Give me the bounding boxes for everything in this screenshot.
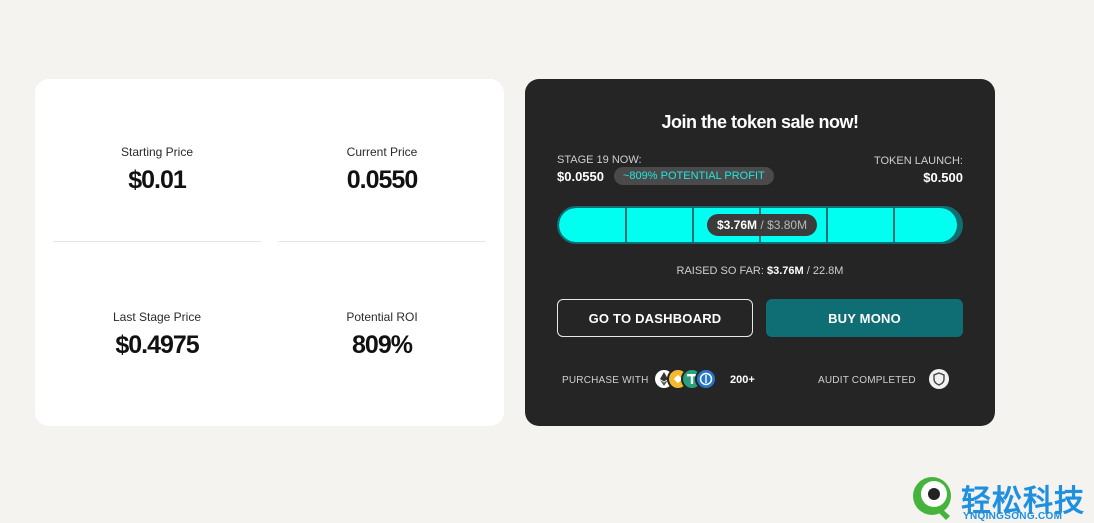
shield-icon: [929, 369, 949, 389]
progress-goal-amount: $3.80M: [767, 218, 808, 232]
raised-so-far-value: $3.76M: [767, 265, 804, 277]
watermark-subtext: YNQINGSONG.COM: [963, 511, 1063, 522]
buy-mono-button[interactable]: BUY MONO: [766, 299, 963, 337]
purchase-with-label: PURCHASE WITH: [562, 375, 649, 386]
progress-segment: [625, 208, 627, 242]
potential-roi-label: Potential ROI: [346, 310, 418, 324]
stats-divider-right: [278, 241, 486, 242]
raised-so-far-separator: /: [806, 265, 810, 277]
potential-roi-stat: Potential ROI 809%: [282, 310, 482, 360]
go-to-dashboard-button[interactable]: GO TO DASHBOARD: [557, 299, 753, 337]
progress-raised-amount: $3.76M: [717, 218, 758, 232]
usdc-icon: [695, 368, 717, 390]
current-price-label: Current Price: [346, 145, 418, 159]
raised-so-far-label: RAISED SO FAR:: [676, 265, 764, 277]
progress-segment: [826, 208, 828, 242]
raised-so-far: RAISED SO FAR: $3.76M / 22.8M: [525, 265, 995, 277]
sale-progress-bar: $3.76M / $3.80M: [557, 206, 963, 244]
sale-title: Join the token sale now!: [661, 112, 859, 132]
watermark-icon: [913, 477, 951, 520]
token-launch-label: TOKEN LAUNCH:: [873, 155, 963, 167]
progress-separator: /: [760, 218, 764, 232]
watermark-logo: 轻松科技 YNQINGSONG.COM: [906, 474, 1094, 523]
audit-completed-label: AUDIT COMPLETED: [818, 375, 916, 386]
progress-segment: [692, 208, 694, 242]
raised-so-far-total: 22.8M: [812, 265, 844, 277]
current-price-stat: Current Price 0.0550: [282, 145, 482, 195]
coins-count: 200+: [730, 374, 755, 386]
stage-price: $0.0550: [557, 169, 604, 184]
current-price-value: 0.0550: [346, 166, 418, 194]
potential-roi-value: 809%: [352, 331, 413, 359]
starting-price-stat: Starting Price $0.01: [57, 145, 257, 195]
starting-price-label: Starting Price: [120, 145, 194, 159]
payment-coins: [653, 368, 721, 390]
potential-profit-badge: ~809% POTENTIAL PROFIT: [614, 167, 774, 185]
price-stats-card: Starting Price $0.01 Current Price 0.055…: [35, 79, 504, 426]
last-stage-price-stat: Last Stage Price $0.4975: [57, 310, 257, 360]
progress-amount-pill: $3.76M / $3.80M: [707, 214, 818, 236]
progress-segment: [893, 208, 895, 242]
starting-price-value: $0.01: [128, 166, 187, 194]
stage-label: STAGE 19 NOW:: [557, 154, 642, 166]
token-launch-price: $0.500: [923, 170, 963, 185]
stats-divider-left: [53, 241, 261, 242]
last-stage-price-value: $0.4975: [115, 331, 199, 359]
last-stage-price-label: Last Stage Price: [112, 310, 202, 324]
token-sale-card: Join the token sale now! STAGE 19 NOW: $…: [525, 79, 995, 426]
